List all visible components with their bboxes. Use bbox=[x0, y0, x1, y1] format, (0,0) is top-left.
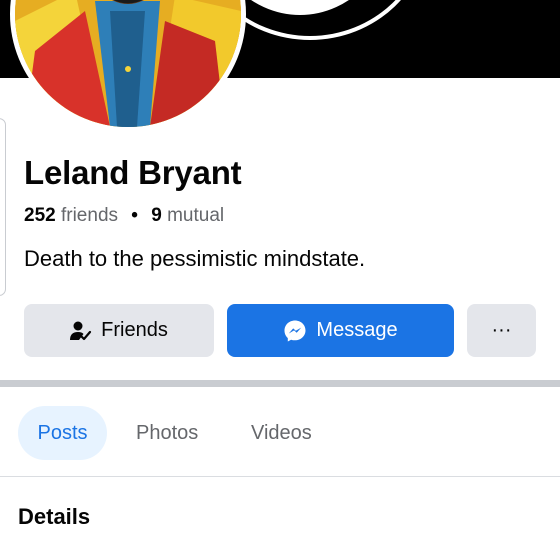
tabs-separator bbox=[0, 476, 560, 477]
mutual-label: mutual bbox=[167, 205, 225, 226]
tab-photos[interactable]: Photos bbox=[136, 406, 198, 460]
friend-stats[interactable]: 252 friends • 9 mutual bbox=[24, 205, 224, 227]
profile-avatar[interactable] bbox=[10, 0, 246, 132]
details-heading: Details bbox=[18, 504, 91, 529]
message-button-label: Message bbox=[316, 319, 398, 341]
section-divider bbox=[0, 380, 560, 387]
avatar-image bbox=[15, 0, 241, 127]
more-button[interactable]: ··· bbox=[467, 304, 536, 357]
more-dots-icon: ··· bbox=[491, 319, 512, 341]
tab-posts-label: Posts bbox=[37, 421, 88, 444]
friends-button-label: Friends bbox=[101, 319, 168, 341]
friends-check-icon bbox=[70, 321, 92, 341]
tab-videos-label: Videos bbox=[251, 421, 312, 444]
stats-separator: • bbox=[131, 205, 138, 226]
tab-posts[interactable]: Posts bbox=[18, 406, 107, 460]
message-button[interactable]: Message bbox=[227, 304, 454, 357]
friends-label: friends bbox=[60, 205, 119, 226]
avatar-illustration bbox=[15, 0, 241, 127]
tab-photos-label: Photos bbox=[136, 421, 199, 444]
tab-videos[interactable]: Videos bbox=[251, 406, 312, 460]
messenger-icon bbox=[283, 319, 307, 343]
profile-name: Leland Bryant bbox=[24, 154, 242, 191]
side-card-edge bbox=[0, 118, 6, 296]
mutual-count: 9 bbox=[151, 205, 162, 226]
friends-count: 252 bbox=[24, 205, 56, 226]
friends-button[interactable]: Friends bbox=[24, 304, 214, 357]
profile-bio: Death to the pessimistic mindstate. bbox=[24, 246, 366, 271]
